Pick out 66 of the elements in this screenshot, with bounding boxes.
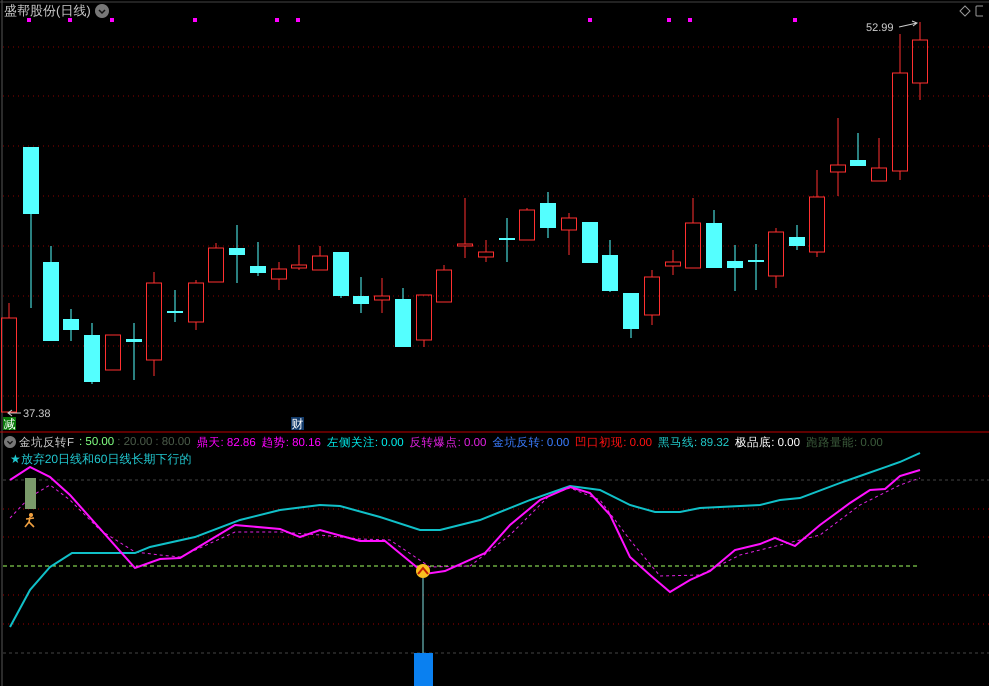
event-badge[interactable]: 减 xyxy=(3,417,16,431)
chart-title: 盛帮股份(日线) xyxy=(4,2,91,20)
falling-candlestick xyxy=(582,222,598,264)
rising-candlestick xyxy=(644,270,660,326)
falling-candlestick xyxy=(499,218,515,262)
indicator-readout: 鼎天: 82.86 xyxy=(196,436,256,450)
falling-candlestick xyxy=(126,322,142,380)
falling-candlestick xyxy=(395,288,411,348)
falling-candlestick xyxy=(84,322,100,384)
falling-candlestick xyxy=(850,132,866,166)
rising-candlestick xyxy=(208,242,224,282)
falling-candlestick xyxy=(333,252,349,298)
rising-candlestick xyxy=(312,246,328,270)
low-price-label: 37.38 xyxy=(23,408,51,420)
falling-candlestick xyxy=(250,242,266,276)
rising-candlestick xyxy=(561,212,577,256)
pointer-arrow-icon xyxy=(7,410,22,416)
rising-candlestick xyxy=(685,198,701,268)
indicator-parameter: : 50.00 xyxy=(79,436,114,448)
falling-candlestick xyxy=(727,244,743,292)
rising-candlestick xyxy=(519,208,535,240)
high-price-label: 52.99 xyxy=(866,22,894,34)
rising-candlestick xyxy=(188,280,204,330)
falling-candlestick xyxy=(167,290,183,322)
panel-toggle-icon[interactable] xyxy=(975,5,983,17)
rising-candlestick xyxy=(416,294,432,348)
falling-candlestick xyxy=(602,240,618,292)
indicator-readout: 左侧关注: 0.00 xyxy=(326,435,404,450)
rising-candlestick xyxy=(105,334,121,370)
indicator-readout: 趋势: 80.16 xyxy=(262,436,321,450)
falling-candlestick xyxy=(353,276,369,314)
falling-candlestick xyxy=(540,192,556,238)
falling-candlestick xyxy=(229,224,245,284)
chevron-down-icon[interactable] xyxy=(4,436,16,448)
falling-candlestick xyxy=(789,224,805,250)
indicator-readout: 极品底: 0.00 xyxy=(735,435,800,450)
pointer-arrow-icon xyxy=(898,20,918,28)
indicator-readout: 金坑反转: 0.00 xyxy=(492,435,570,450)
rising-candlestick xyxy=(457,198,473,258)
indicator-name: 金坑反转F xyxy=(19,435,74,450)
rising-candlestick xyxy=(665,250,681,276)
event-badge[interactable]: 财 xyxy=(291,417,304,431)
chevron-down-icon[interactable] xyxy=(94,4,109,18)
diamond-icon[interactable] xyxy=(959,5,971,17)
indicator-parameter: : 80.00 xyxy=(155,436,191,448)
indicator-note: ★放弃20日线和60日线长期下行的 xyxy=(9,451,192,467)
rising-candlestick xyxy=(374,278,390,314)
rising-candlestick xyxy=(271,262,287,290)
falling-candlestick xyxy=(63,308,79,342)
signal-bar xyxy=(25,478,36,509)
indicator-readout: 反转爆点: 0.00 xyxy=(410,436,486,450)
rising-candlestick xyxy=(436,264,452,302)
rising-candlestick xyxy=(768,228,784,288)
falling-candlestick xyxy=(706,210,722,268)
falling-candlestick xyxy=(623,292,639,338)
indicator-readout: 跑路量能: 0.00 xyxy=(806,436,883,450)
volume-bar xyxy=(414,653,433,686)
indicator-parameter: : 20.00 xyxy=(117,436,152,448)
up-chevron-icon xyxy=(416,564,430,578)
indicator-readout: 黑马线: 89.32 xyxy=(658,436,730,450)
rising-candlestick xyxy=(478,240,494,262)
falling-candlestick xyxy=(748,244,764,290)
rising-candlestick xyxy=(871,138,887,182)
indicator-readout: 凹口初现: 0.00 xyxy=(575,435,652,450)
rising-candlestick xyxy=(291,244,307,270)
running-figure-icon xyxy=(24,513,35,528)
